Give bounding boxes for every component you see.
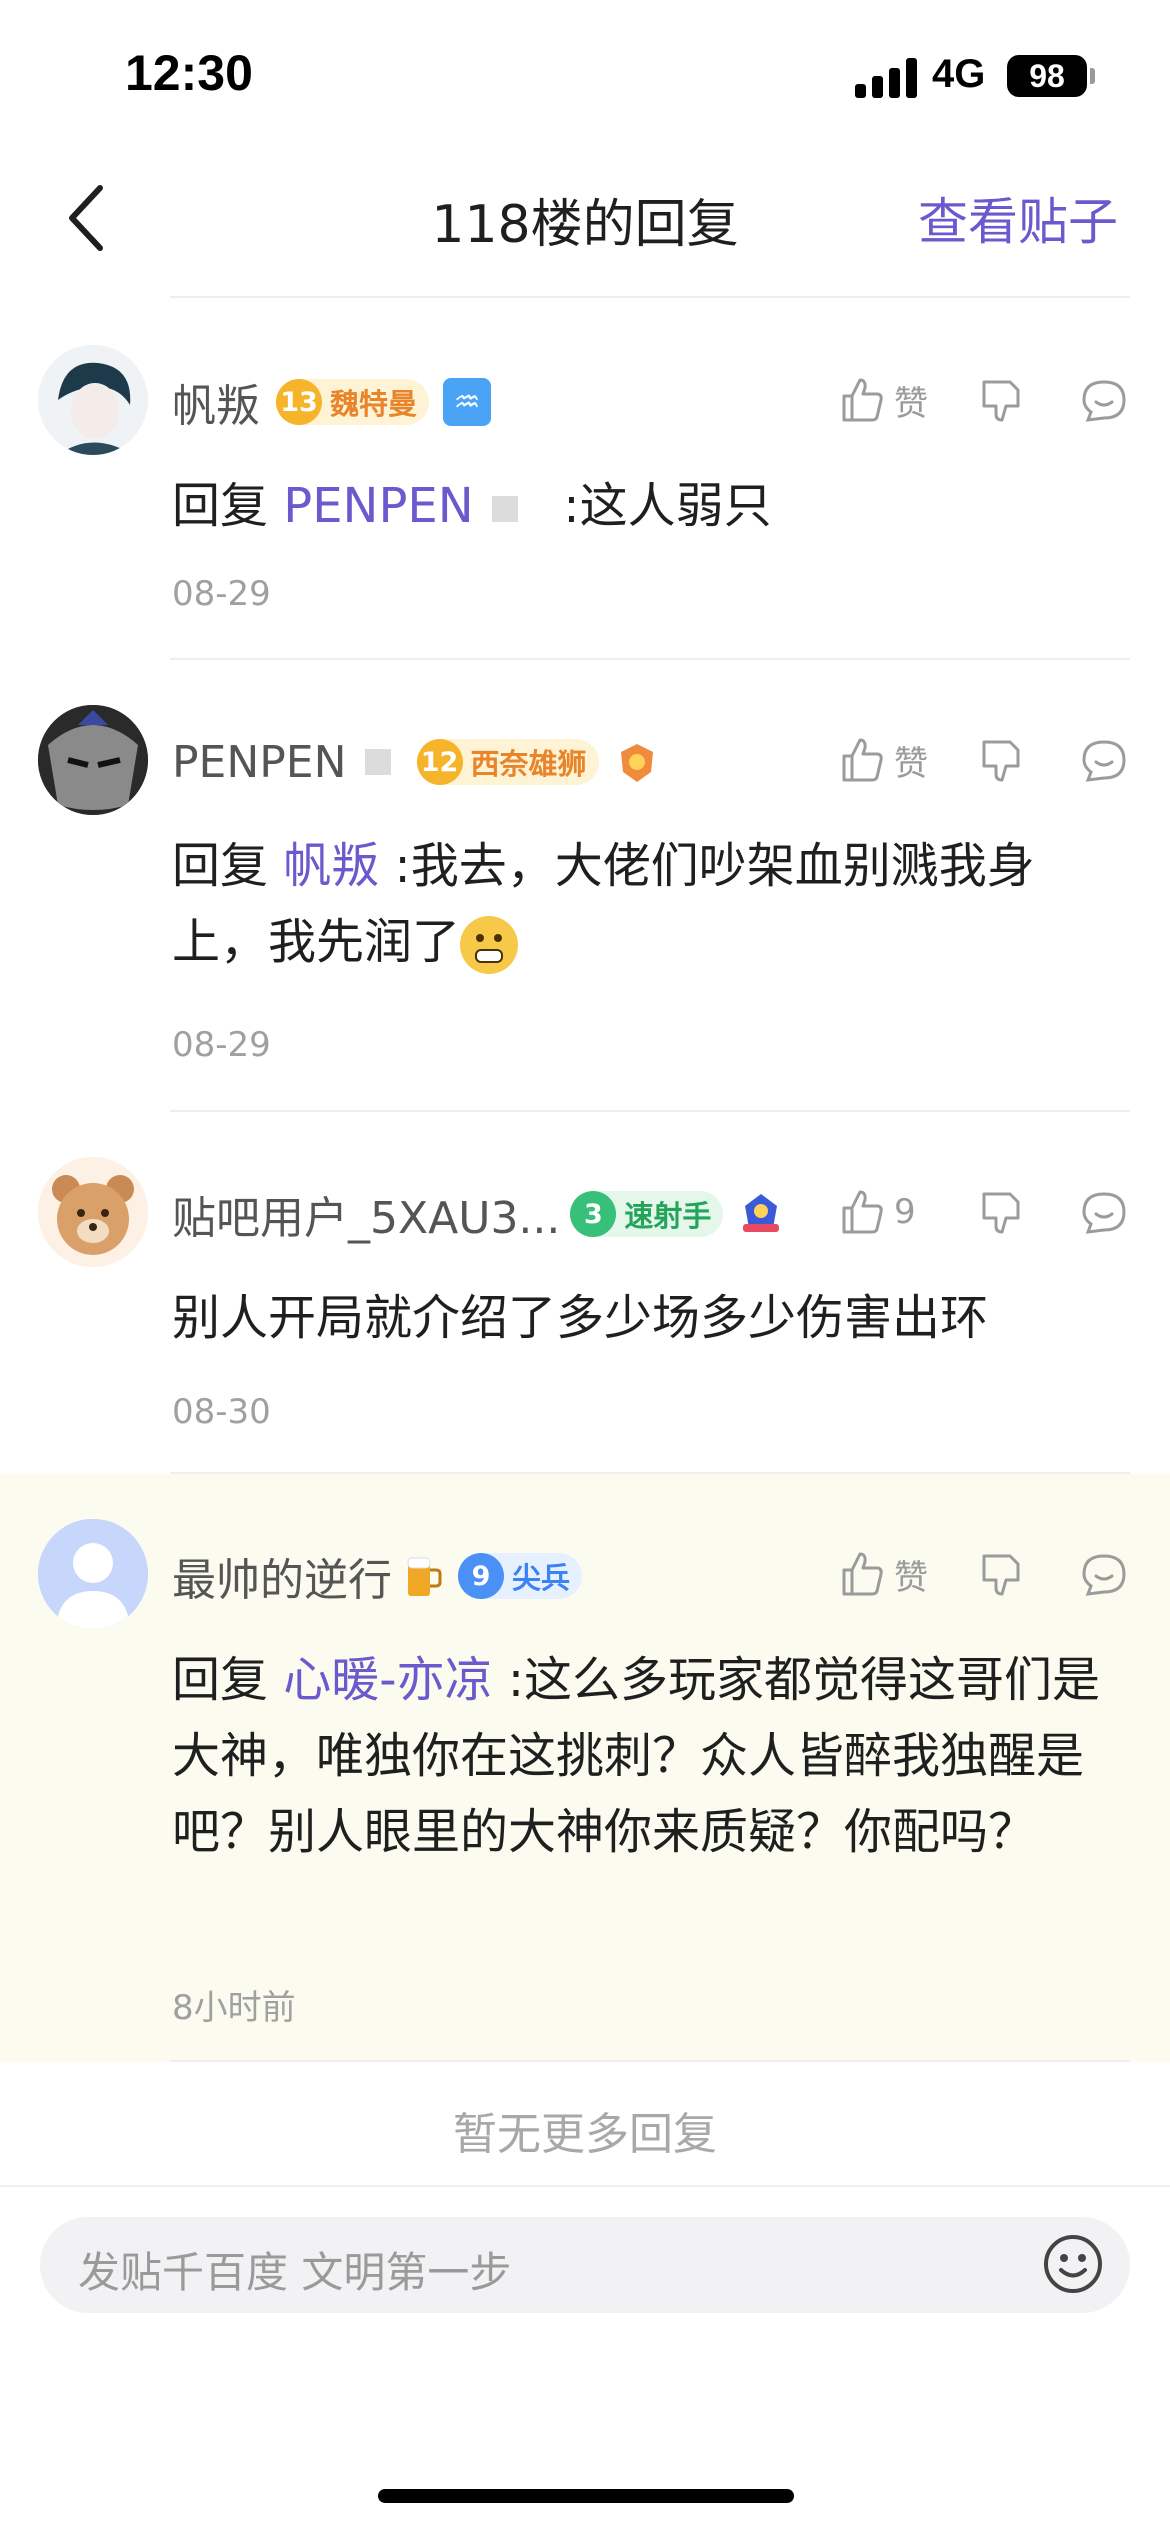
username[interactable]: 贴吧用户_5XAU3...	[172, 1182, 560, 1246]
reply-item: 贴吧用户_5XAU3... 3 速射手 9 别人开局就介绍了多少场多少伤害出环 …	[0, 1112, 1170, 1474]
reply-content: 回复 PENPEN :这人弱只	[172, 478, 772, 534]
reply-actions: 赞	[836, 1539, 1130, 1609]
reply-time: 08-29	[172, 574, 271, 614]
username[interactable]: 帆叛	[172, 370, 260, 434]
thumb-up-icon	[842, 378, 883, 422]
user-info: PENPEN 12 西奈雄狮	[172, 732, 661, 792]
thumb-up-icon	[842, 1552, 883, 1596]
mention-link[interactable]: PENPEN	[283, 478, 473, 534]
like-button[interactable]: 赞	[836, 734, 934, 786]
reply-time: 08-29	[172, 1025, 271, 1065]
like-button[interactable]: 9	[836, 1186, 934, 1238]
home-indicator	[378, 2489, 794, 2503]
signal-icon	[855, 58, 917, 98]
comment-icon[interactable]	[1078, 374, 1130, 426]
user-info: 贴吧用户_5XAU3... 3 速射手	[172, 1184, 785, 1244]
avatar[interactable]	[38, 1157, 148, 1267]
input-placeholder: 发贴千百度 文明第一步	[78, 2248, 512, 2297]
reply-item: 最帅的逆行 9 尖兵 赞 回复 心暖-亦凉 :这么多玩家都觉得这哥们是大神，唯独…	[0, 1474, 1170, 2062]
thumb-up-icon	[842, 1190, 883, 1234]
view-post-link[interactable]: 查看贴子	[918, 182, 1118, 254]
avatar[interactable]	[38, 1519, 148, 1629]
divider	[170, 296, 1130, 298]
username[interactable]: PENPEN	[172, 737, 347, 788]
thumb-down-icon[interactable]	[976, 1186, 1028, 1238]
like-button[interactable]: 赞	[836, 374, 934, 426]
battery-tip	[1090, 68, 1095, 84]
beer-icon	[398, 1552, 446, 1600]
user-info: 最帅的逆行 9 尖兵	[172, 1544, 583, 1608]
reply-content: 回复 心暖-亦凉 :这么多玩家都觉得这哥们是大神，唯独你在这挑刺？众人皆醉我独醒…	[172, 1652, 1101, 1860]
reply-time: 08-30	[172, 1392, 271, 1432]
user-tag-icon	[491, 496, 518, 522]
comment-icon[interactable]	[1078, 1186, 1130, 1238]
scared-emoji-icon	[460, 916, 519, 974]
reply-content: 别人开局就介绍了多少场多少伤害出环	[172, 1290, 989, 1346]
honor-icon	[613, 738, 661, 786]
user-info: 帆叛 13 魏特曼 ♒	[172, 370, 492, 434]
like-count: 赞	[894, 1557, 928, 1598]
status-bar: 12:30 4G 98	[0, 0, 1170, 150]
thumb-down-icon[interactable]	[976, 374, 1028, 426]
rank-icon	[737, 1190, 785, 1238]
reply-content: 回复 帆叛 :我去，大佬们吵架血别溅我身上，我先润了	[172, 828, 1122, 980]
comment-icon[interactable]	[1078, 1548, 1130, 1600]
network-type: 4G	[932, 52, 986, 96]
emoji-icon[interactable]	[1042, 2233, 1104, 2295]
reply-item: 帆叛 13 魏特曼 ♒ 赞 回复 PENPEN :这人弱只 08-29	[0, 300, 1170, 660]
reply-actions: 赞	[836, 365, 1130, 435]
like-count: 9	[894, 1192, 916, 1232]
reply-time: 8小时前	[172, 1988, 296, 2028]
reply-input[interactable]: 发贴千百度 文明第一步	[40, 2217, 1130, 2313]
like-button[interactable]: 赞	[836, 1548, 934, 1600]
avatar[interactable]	[38, 705, 148, 815]
reply-actions: 赞	[836, 725, 1130, 795]
comment-icon[interactable]	[1078, 734, 1130, 786]
username[interactable]: 最帅的逆行	[172, 1544, 392, 1608]
user-tag-icon	[364, 749, 391, 775]
aquarius-icon: ♒	[443, 378, 492, 426]
divider	[170, 2060, 1130, 2062]
mention-link[interactable]: 帆叛	[283, 838, 379, 894]
level-badge: 13 魏特曼	[276, 379, 430, 425]
composer-bar: 发贴千百度 文明第一步	[0, 2185, 1170, 2534]
level-badge: 9 尖兵	[458, 1553, 583, 1599]
status-time: 12:30	[125, 45, 253, 101]
avatar[interactable]	[38, 345, 148, 455]
nav-bar: 118楼的回复 查看贴子	[0, 150, 1170, 300]
no-more-replies: 暂无更多回复	[453, 2109, 717, 2160]
level-badge: 12 西奈雄狮	[416, 739, 599, 785]
like-count: 赞	[894, 743, 928, 784]
mention-link[interactable]: 心暖-亦凉	[283, 1652, 492, 1708]
thumb-up-icon	[842, 738, 883, 782]
thumb-down-icon[interactable]	[976, 734, 1028, 786]
level-badge: 3 速射手	[570, 1191, 724, 1237]
thumb-down-icon[interactable]	[976, 1548, 1028, 1600]
like-count: 赞	[894, 383, 928, 424]
reply-item: PENPEN 12 西奈雄狮 赞 回复 帆叛 :我去，大佬们吵架血别溅我身上，我…	[0, 660, 1170, 1112]
reply-actions: 9	[836, 1177, 1130, 1247]
battery-icon: 98	[1007, 55, 1087, 97]
